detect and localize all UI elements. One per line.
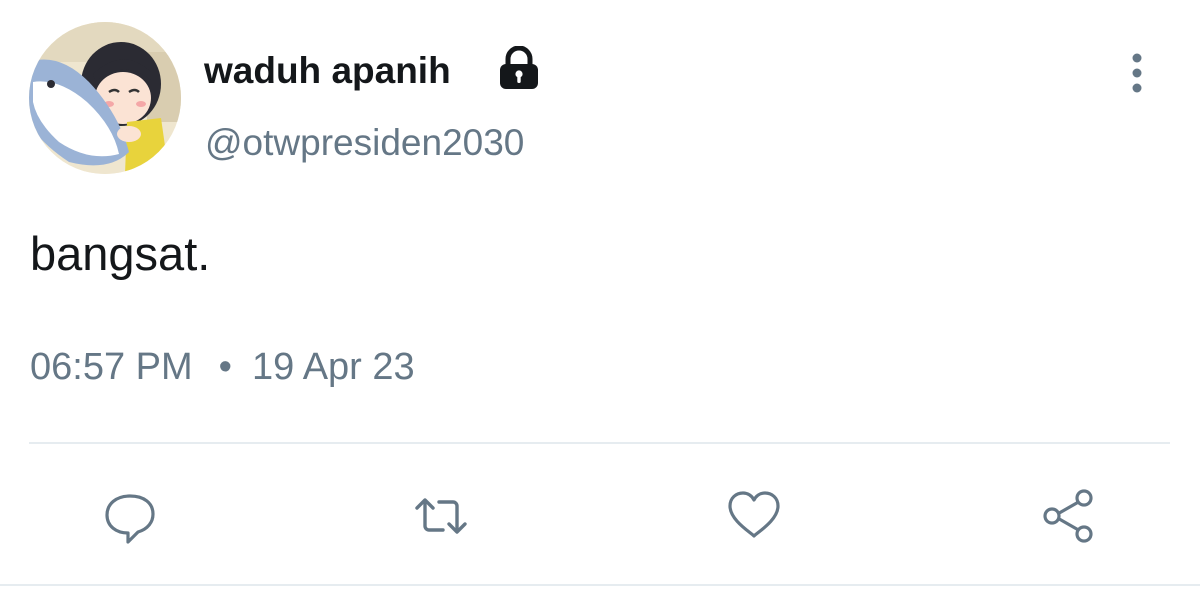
tweet-text: bangsat. — [30, 227, 211, 280]
bottom-divider — [0, 584, 1200, 586]
tweet-time: 06:57 PM — [30, 346, 193, 388]
avatar-image — [29, 22, 181, 174]
retweet-icon — [415, 498, 467, 534]
share-icon — [1043, 489, 1093, 543]
reply-button[interactable] — [102, 488, 158, 544]
avatar[interactable] — [29, 22, 181, 174]
separator-dot: • — [218, 346, 232, 388]
share-button[interactable] — [1040, 488, 1096, 544]
lock-icon — [498, 45, 540, 90]
more-options-icon[interactable] — [1120, 50, 1154, 98]
heart-icon — [728, 491, 780, 538]
like-button[interactable] — [726, 488, 782, 544]
reply-icon — [105, 494, 155, 544]
display-name[interactable]: waduh apanih — [204, 46, 451, 96]
divider — [29, 442, 1170, 444]
user-handle[interactable]: @otwpresiden2030 — [205, 118, 524, 168]
tweet-date: 19 Apr 23 — [251, 346, 415, 388]
tweet-timestamp: 06:57 PM • 19 Apr 23 — [30, 342, 415, 392]
retweet-button[interactable] — [413, 488, 469, 544]
